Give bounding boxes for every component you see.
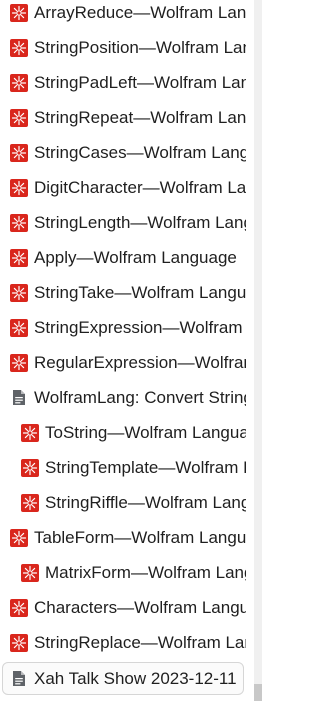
wolfram-icon <box>10 353 28 372</box>
bookmark-item[interactable]: StringCases—Wolfram Language <box>0 135 246 170</box>
bookmark-item[interactable]: StringPosition—Wolfram Language <box>0 30 246 65</box>
wolfram-icon <box>10 178 28 197</box>
wolfram-icon <box>10 213 28 232</box>
bookmark-item[interactable]: WolframLang: Convert String <box>0 380 246 415</box>
bookmark-label: StringReplace—Wolfram Language <box>34 632 246 652</box>
bookmark-label: StringLength—Wolfram Language <box>34 212 246 232</box>
bookmark-item[interactable]: Characters—Wolfram Language <box>0 590 246 625</box>
bookmark-label: StringRiffle—Wolfram Language <box>45 492 246 512</box>
wolfram-icon <box>21 458 39 477</box>
document-icon <box>10 389 28 407</box>
bookmark-item[interactable]: StringRepeat—Wolfram Language <box>0 100 246 135</box>
wolfram-icon <box>10 143 28 162</box>
bookmark-item[interactable]: ToString—Wolfram Language <box>0 415 246 450</box>
bookmark-item[interactable]: DigitCharacter—Wolfram Language <box>0 170 246 205</box>
bookmark-label: StringTake—Wolfram Language <box>34 282 246 302</box>
bookmark-item-active[interactable]: Xah Talk Show 2023-12-11 <box>2 662 244 695</box>
wolfram-icon <box>21 493 39 512</box>
bookmark-item[interactable]: StringPadLeft—Wolfram Language <box>0 65 246 100</box>
scrollbar[interactable] <box>246 0 271 701</box>
document-icon <box>10 670 28 688</box>
bookmark-item[interactable]: StringTake—Wolfram Language <box>0 275 246 310</box>
bookmark-label: Apply—Wolfram Language <box>34 247 237 267</box>
bookmark-label: StringRepeat—Wolfram Language <box>34 107 246 127</box>
bookmark-item[interactable]: StringRiffle—Wolfram Language <box>0 485 246 520</box>
bookmark-label: MatrixForm—Wolfram Language <box>45 562 246 582</box>
bookmark-item[interactable]: StringTemplate—Wolfram Language <box>0 450 246 485</box>
bookmark-item[interactable]: ArrayReduce—Wolfram Language <box>0 0 246 30</box>
bookmark-item[interactable]: StringLength—Wolfram Language <box>0 205 246 240</box>
bookmark-label: StringTemplate—Wolfram Language <box>45 457 246 477</box>
bookmark-label: StringCases—Wolfram Language <box>34 142 246 162</box>
bookmark-label: RegularExpression—Wolfram Language <box>34 352 246 372</box>
wolfram-icon <box>10 318 28 337</box>
wolfram-icon <box>21 423 39 442</box>
wolfram-icon <box>10 108 28 127</box>
bookmark-label: ToString—Wolfram Language <box>45 422 246 442</box>
wolfram-icon <box>10 633 28 652</box>
wolfram-icon <box>10 73 28 92</box>
bookmark-label: DigitCharacter—Wolfram Language <box>34 177 246 197</box>
bookmark-label: ArrayReduce—Wolfram Language <box>34 2 246 22</box>
bookmark-label: Xah Talk Show 2023-12-11 <box>34 668 237 688</box>
bookmark-label: StringPadLeft—Wolfram Language <box>34 72 246 92</box>
wolfram-icon <box>21 563 39 582</box>
scrollbar-thumb[interactable] <box>254 684 262 701</box>
bookmark-item[interactable]: Apply—Wolfram Language <box>0 240 246 275</box>
bookmark-item[interactable]: StringReplace—Wolfram Language <box>0 625 246 660</box>
bookmark-label: Characters—Wolfram Language <box>34 597 246 617</box>
wolfram-icon <box>10 283 28 302</box>
bookmark-label: StringPosition—Wolfram Language <box>34 37 246 57</box>
bookmark-label: TableForm—Wolfram Language <box>34 527 246 547</box>
wolfram-icon <box>10 248 28 267</box>
bookmark-item[interactable]: RegularExpression—Wolfram Language <box>0 345 246 380</box>
bookmark-list: ArrayReduce—Wolfram Language StringPosit… <box>0 0 246 695</box>
bookmark-label: WolframLang: Convert String <box>34 387 246 407</box>
wolfram-icon <box>10 38 28 57</box>
wolfram-icon <box>10 3 28 22</box>
bookmark-label: StringExpression—Wolfram Language <box>34 317 246 337</box>
bookmark-item[interactable]: TableForm—Wolfram Language <box>0 520 246 555</box>
scrollbar-track[interactable] <box>254 0 262 701</box>
bookmark-item[interactable]: MatrixForm—Wolfram Language <box>0 555 246 590</box>
bookmark-item[interactable]: StringExpression—Wolfram Language <box>0 310 246 345</box>
wolfram-icon <box>10 528 28 547</box>
wolfram-icon <box>10 598 28 617</box>
bookmarks-panel: ArrayReduce—Wolfram Language StringPosit… <box>0 0 271 701</box>
